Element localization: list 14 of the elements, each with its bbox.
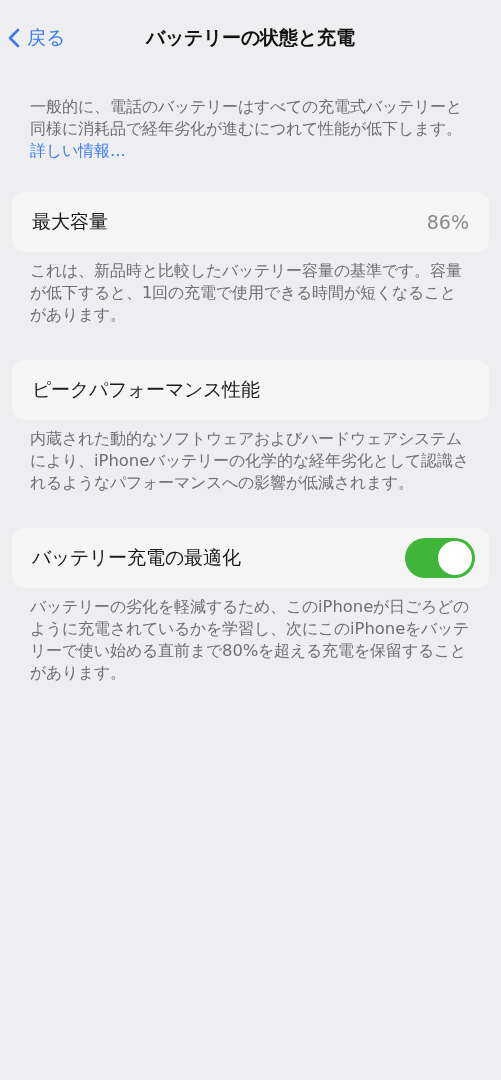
footnote-text: バッテリーの劣化を軽減するため、このiPhoneが日ごろどのように充電されているかを学習し、次にこのiPhoneをバッテリーで使い始める直前まで80%を超える充電を保留することがあります。 [29, 596, 471, 684]
row-label: 最大容量 [32, 209, 108, 234]
footnote-text: 内蔵された動的なソフトウェアおよびハードウェアシステムにより、iPhoneバッテリーの化学的な経年劣化として認識されるようなパフォーマンスへの影響が低減されます。 [29, 428, 471, 494]
toggle-switch[interactable] [405, 538, 475, 578]
row-value: 86% [426, 211, 469, 233]
row-label: バッテリー充電の最適化 [32, 545, 241, 570]
back-chevron-icon[interactable] [8, 28, 20, 48]
back-button[interactable]: 戻る [8, 25, 118, 51]
screen-title: バッテリーの状態と充電 [144, 25, 356, 50]
footnote-text: これは、新品時と比較したバッテリー容量の基準です。容量が低下すると、1回の充電で使用できる時間が短くなることがあります。 [29, 260, 463, 326]
settings-row[interactable]: バッテリー充電の最適化 [12, 528, 489, 588]
description-text: 一般的に、電話のバッテリーはすべての充電式バッテリーと同様に消耗品で経年劣化が進むにつれて性能が低下します。 詳しい情報... [29, 96, 463, 162]
row-label: ピークパフォーマンス性能 [32, 377, 260, 402]
more-info-link[interactable]: 詳しい情報... [30, 141, 126, 160]
